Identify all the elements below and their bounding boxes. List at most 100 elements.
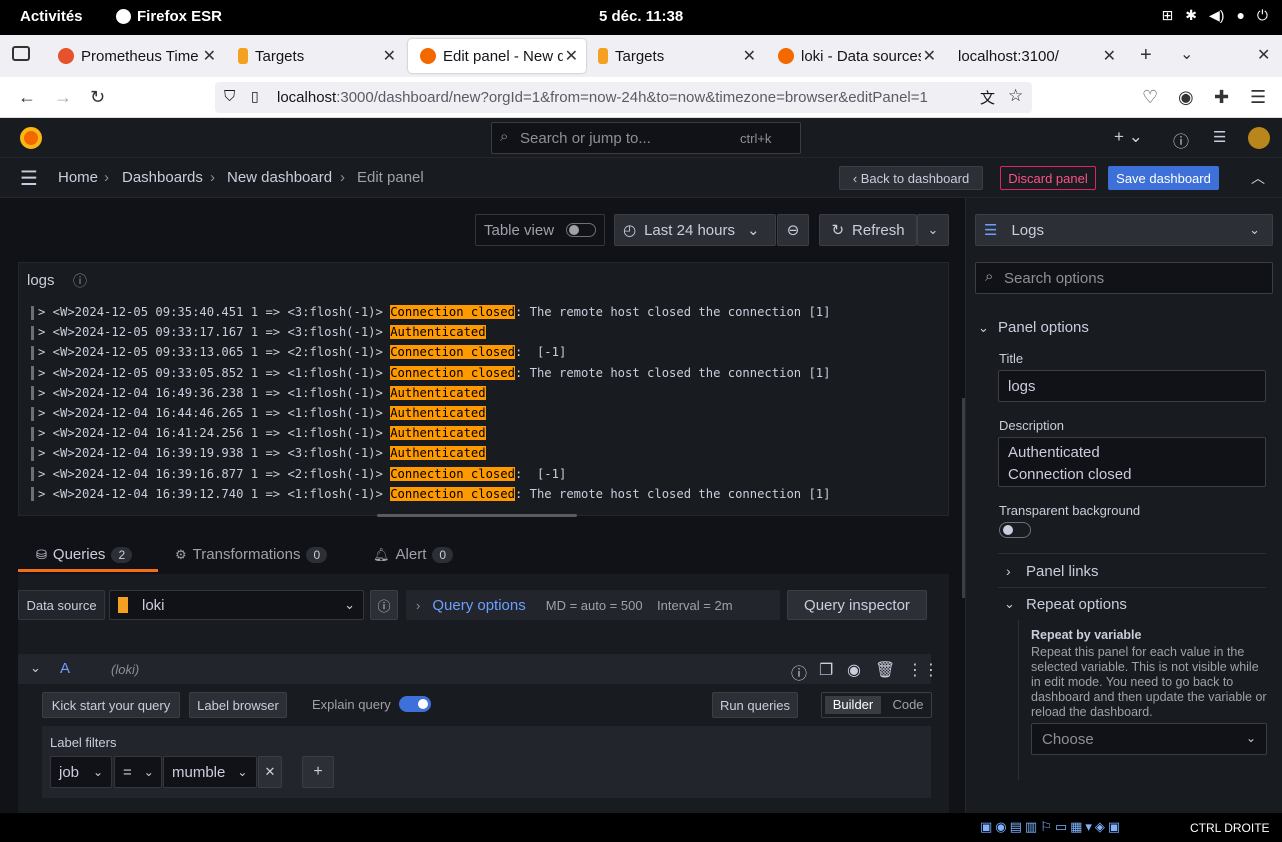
help-icon[interactable]: ⓘ [1173,128,1189,152]
log-line[interactable]: > <W>2024-12-05 09:33:13.065 1 => <2:flo… [31,345,566,360]
panel-options-heading[interactable]: Panel options [998,319,1089,336]
search-options-input[interactable]: ⌕ Search options [975,262,1273,294]
microphone-icon[interactable]: ● [1236,7,1244,24]
discard-panel-button[interactable]: Discard panel [1000,166,1096,190]
tab-transformations[interactable]: ⚙ Transformations 0 [175,546,328,563]
back-to-dashboard-button[interactable]: ‹ Back to dashboard [839,166,983,190]
close-tab-icon[interactable]: ✕ [565,46,578,66]
kick-start-button[interactable]: Kick start your query [42,692,180,718]
news-icon[interactable]: ☰ [1213,128,1226,146]
label-browser-button[interactable]: Label browser [189,692,287,718]
chevron-down-icon[interactable]: ⌄ [978,320,989,336]
toggle-switch[interactable] [566,223,597,237]
account-icon[interactable]: ◉ [1178,87,1194,108]
close-tab-icon[interactable]: ✕ [923,46,936,66]
filter-key-select[interactable]: job ⌄ [50,756,112,788]
close-tab-icon[interactable]: ✕ [203,46,216,66]
app-menu[interactable]: Firefox ESR [116,8,222,25]
chevron-right-icon[interactable]: › [1006,563,1011,579]
log-line[interactable]: > <W>2024-12-04 16:39:19.938 1 => <3:flo… [31,446,486,461]
close-tab-icon[interactable]: ✕ [1103,46,1116,66]
forward-icon[interactable]: → [54,87,72,108]
tab-alert[interactable]: 🔔︎ Alert 0 [373,546,454,563]
network-icon[interactable]: ⊞ [1162,7,1174,24]
log-line[interactable]: > <W>2024-12-04 16:44:46.265 1 => <1:flo… [31,406,486,421]
browser-tab[interactable]: Prometheus Time ✕ [46,39,224,73]
new-tab-icon[interactable]: + [1140,44,1152,67]
refresh-interval-dropdown[interactable]: ⌄ [917,214,949,246]
browser-tab[interactable]: Targets ✕ [226,39,404,73]
info-icon[interactable]: ⓘ [73,271,87,291]
datasource-picker[interactable]: loki ⌄ [109,590,364,620]
log-line[interactable]: > <W>2024-12-05 09:33:05.852 1 => <1:flo… [31,365,830,381]
panel-links-heading[interactable]: Panel links [1026,563,1099,580]
refresh-button[interactable]: ↻ Refresh [819,214,917,246]
accessibility-icon[interactable]: ✱ [1185,7,1197,24]
grafana-logo-icon[interactable] [20,127,42,149]
builder-mode-button[interactable]: Builder [825,696,881,714]
extensions-icon[interactable]: ✚ [1214,87,1229,108]
query-inspector-button[interactable]: Query inspector [787,590,927,620]
transparent-background-toggle[interactable] [999,522,1031,538]
status-icons[interactable]: ▣◉▤▥⚐▭▦▾◈▣ [980,819,1123,835]
close-tab-icon[interactable]: ✕ [743,46,756,66]
page-icon[interactable]: ▯ [251,88,259,105]
menu-icon[interactable]: ☰ [1250,87,1266,108]
log-line[interactable]: > <W>2024-12-04 16:41:24.256 1 => <1:flo… [31,426,486,441]
bookmark-star-icon[interactable]: ☆ [1008,86,1023,106]
trash-icon[interactable]: 🗑︎ [875,660,895,680]
filter-value-select[interactable]: mumble ⌄ [163,756,257,788]
chevron-down-icon[interactable]: ⌄ [1004,596,1015,612]
remove-filter-button[interactable]: ✕ [258,756,282,788]
collapse-chevron-icon[interactable]: ︿ [1251,168,1265,188]
add-filter-button[interactable]: + [302,756,334,788]
title-input[interactable]: logs [998,370,1266,402]
collapse-chevron-icon[interactable]: ⌄ [30,660,41,676]
volume-icon[interactable]: ◀) [1209,7,1224,24]
log-line[interactable]: > <W>2024-12-04 16:39:12.740 1 => <1:flo… [31,486,830,502]
log-line[interactable]: > <W>2024-12-05 09:33:17.167 1 => <3:flo… [31,325,486,340]
activities-button[interactable]: Activités [20,8,83,25]
filter-operator-select[interactable]: = ⌄ [114,756,162,788]
browser-tab[interactable]: loki - Data sources ✕ [766,39,944,73]
browser-tab-active[interactable]: Edit panel - New d ✕ [408,39,586,73]
reload-icon[interactable]: ↻ [90,87,105,108]
avatar[interactable] [1248,127,1270,149]
clock[interactable]: 5 déc. 11:38 [599,8,683,25]
browser-tab[interactable]: Targets ✕ [586,39,764,73]
query-options-bar[interactable]: › Query options MD = auto = 500 Interval… [406,590,780,620]
tab-overview-icon[interactable] [12,46,30,61]
horizontal-scrollbar[interactable] [377,514,577,517]
duplicate-icon[interactable]: ❐ [819,660,833,680]
search-input[interactable]: ⌕ Search or jump to... ctrl+k [491,122,801,154]
tab-list-chevron-icon[interactable]: ⌄ [1180,44,1193,64]
eye-icon[interactable]: ◉ [847,660,861,680]
power-icon[interactable]: ⏻ [1257,7,1268,24]
tab-queries[interactable]: ⛁ Queries 2 [36,546,133,563]
help-icon[interactable]: ⓘ [791,660,807,684]
url-bar[interactable]: ⛉ ▯ localhost:3000/dashboard/new?orgId=1… [215,82,1032,113]
log-line[interactable]: > <W>2024-12-04 16:39:16.877 1 => <2:flo… [31,466,566,482]
system-tray[interactable]: ⊞ ✱ ◀) ● ⏻ [1162,7,1268,24]
close-window-icon[interactable]: ✕ [1257,45,1270,65]
time-range-picker[interactable]: ◴ Last 24 hours ⌄ [614,214,776,246]
close-tab-icon[interactable]: ✕ [383,46,396,66]
repeat-options-heading[interactable]: Repeat options [1026,596,1127,613]
explain-query-toggle[interactable] [399,696,431,712]
zoom-out-button[interactable]: ⊖ [777,214,809,246]
breadcrumb-dashboards[interactable]: Dashboards [122,169,203,186]
query-ref[interactable]: A [60,660,70,677]
editor-mode-toggle[interactable]: Builder Code [821,692,932,718]
browser-tab[interactable]: localhost:3100/ ✕ [946,39,1124,73]
breadcrumb-home[interactable]: Home [58,169,98,186]
repeat-variable-select[interactable]: Choose ⌄ [1031,723,1267,755]
datasource-help-button[interactable]: ⓘ [370,590,398,620]
description-textarea[interactable]: Authenticated Connection closed [998,437,1266,487]
add-icon[interactable]: + ⌄ [1114,127,1143,147]
log-line[interactable]: > <W>2024-12-04 16:49:36.238 1 => <1:flo… [31,385,486,401]
run-queries-button[interactable]: Run queries [712,692,798,718]
drag-handle-icon[interactable]: ⋮⋮ [907,660,939,680]
code-mode-button[interactable]: Code [886,697,930,712]
translate-icon[interactable]: 文 [980,87,995,108]
table-view-toggle[interactable]: Table view [475,214,605,246]
